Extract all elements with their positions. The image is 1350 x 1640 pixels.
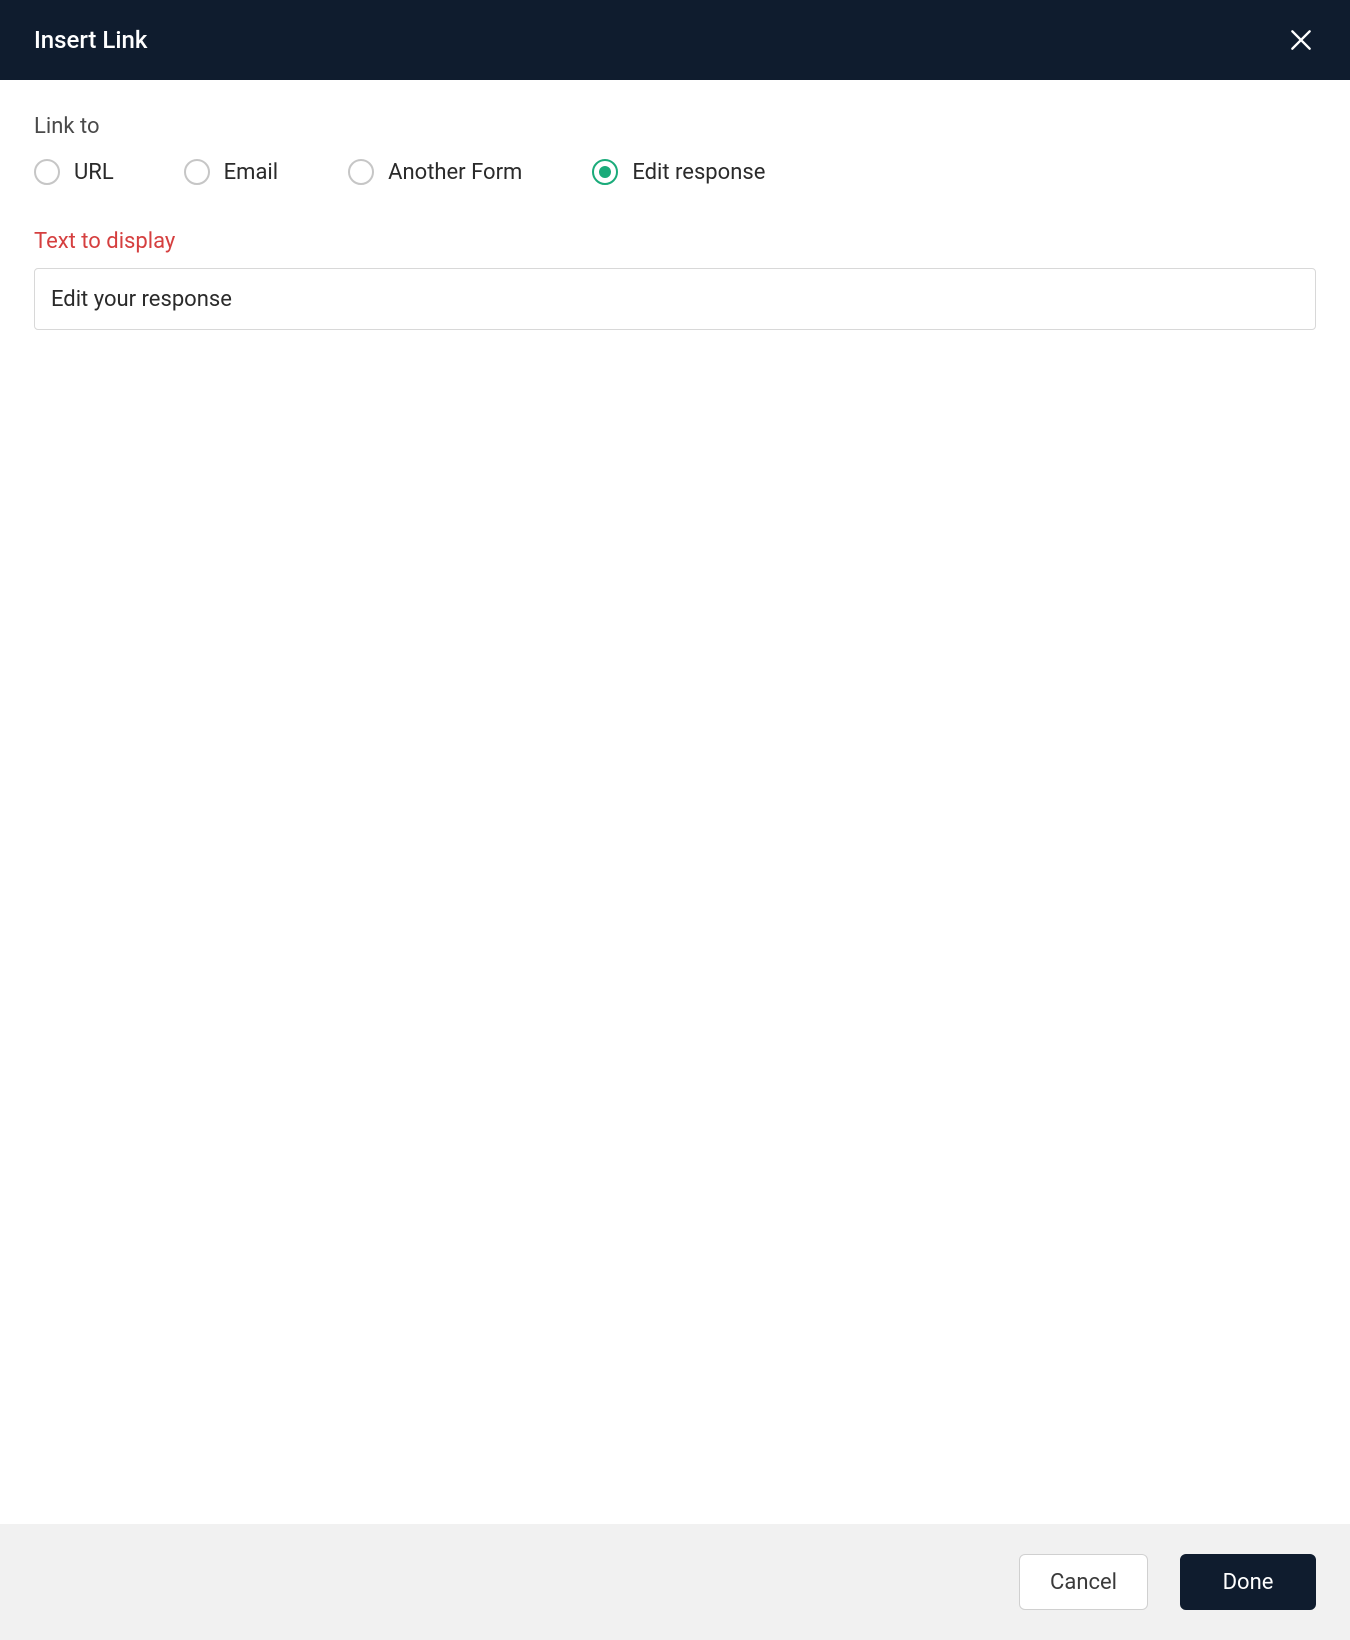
radio-email[interactable]: Email (184, 159, 278, 185)
radio-circle-icon (34, 159, 60, 185)
radio-email-label: Email (224, 160, 278, 185)
radio-edit-response-label: Edit response (632, 160, 765, 185)
link-to-label: Link to (34, 114, 1316, 139)
radio-url-label: URL (74, 160, 114, 185)
radio-url[interactable]: URL (34, 159, 114, 185)
text-to-display-label: Text to display (34, 229, 1316, 254)
dialog-header: Insert Link (0, 0, 1350, 80)
dialog-footer: Cancel Done (0, 1524, 1350, 1640)
close-icon (1288, 27, 1314, 53)
radio-circle-icon (184, 159, 210, 185)
radio-circle-icon (348, 159, 374, 185)
link-to-radio-group: URL Email Another Form Edit response (34, 159, 1316, 185)
text-to-display-input[interactable] (34, 268, 1316, 330)
close-button[interactable] (1286, 25, 1316, 55)
radio-edit-response[interactable]: Edit response (592, 159, 765, 185)
dialog-content: Link to URL Email Another Form Edit resp… (0, 80, 1350, 1524)
radio-another-form[interactable]: Another Form (348, 159, 522, 185)
radio-another-form-label: Another Form (388, 160, 522, 185)
cancel-button[interactable]: Cancel (1019, 1554, 1148, 1610)
done-button[interactable]: Done (1180, 1554, 1316, 1610)
dialog-title: Insert Link (34, 26, 147, 54)
radio-circle-selected-icon (592, 159, 618, 185)
